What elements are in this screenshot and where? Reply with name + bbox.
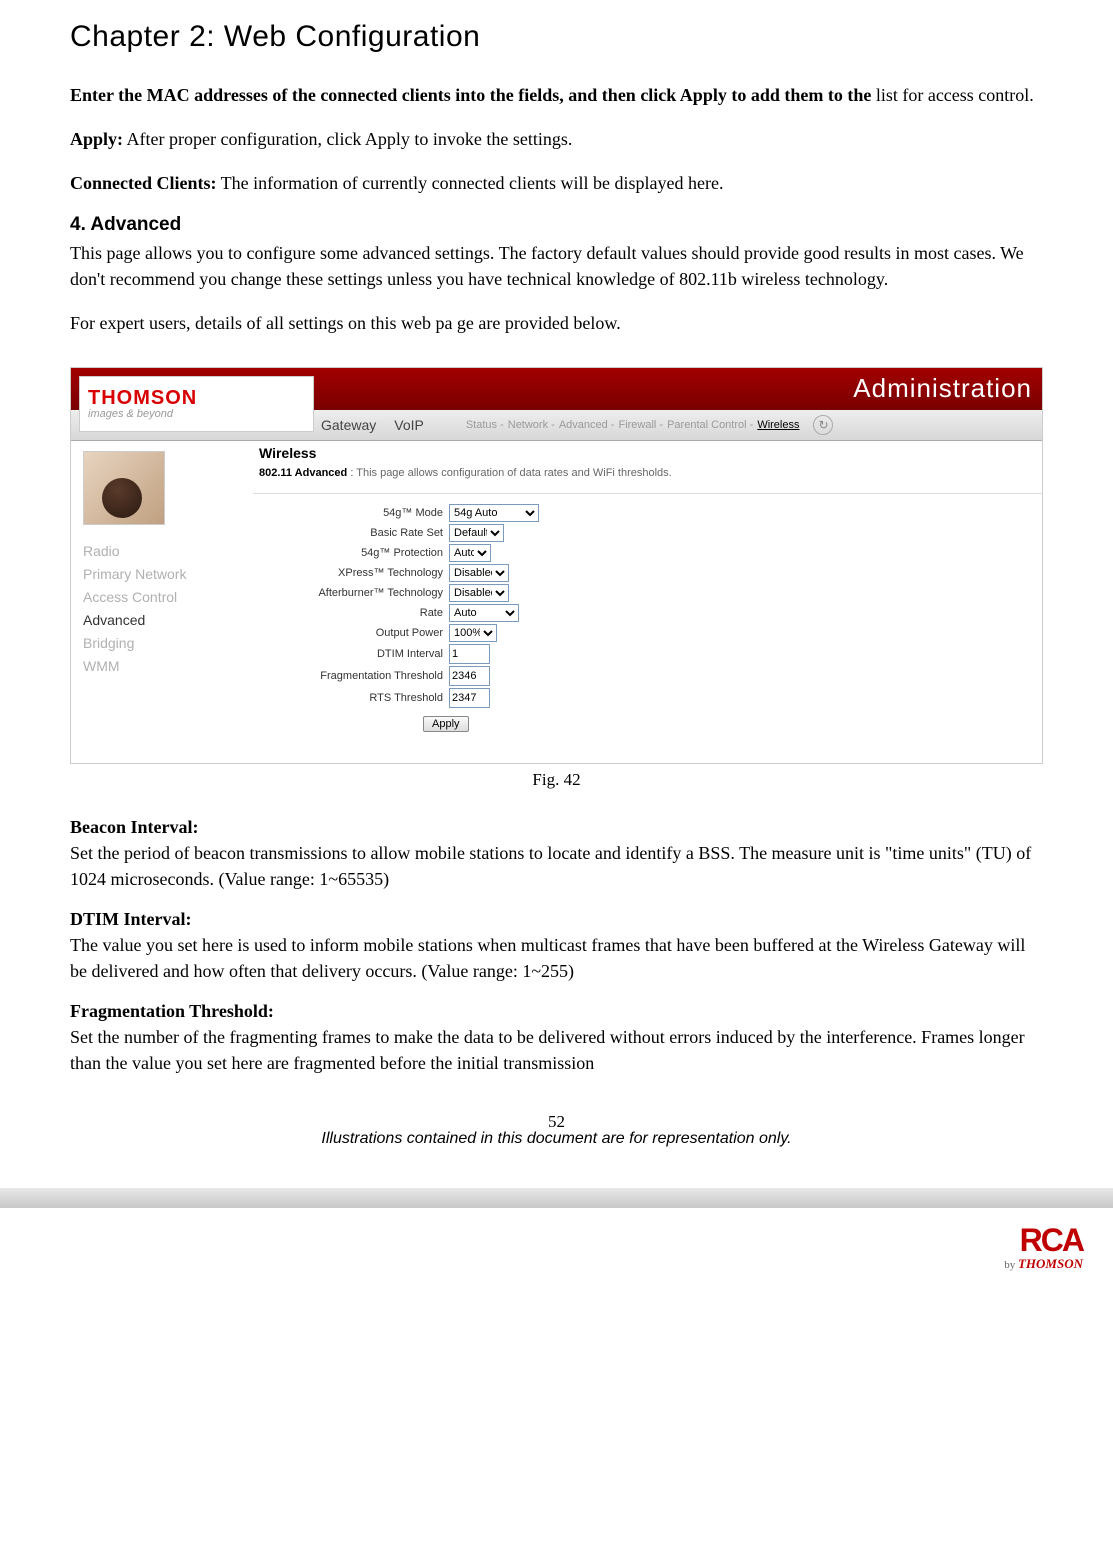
frag-label: Fragmentation Threshold:	[70, 1001, 274, 1021]
apply-label: Apply:	[70, 129, 123, 149]
subnav-firewall[interactable]: Firewall -	[618, 419, 663, 431]
apply-button[interactable]: Apply	[423, 716, 469, 732]
router-screenshot: THOMSON images & beyond Administration G…	[70, 367, 1043, 764]
advanced-form: 54g™ Mode54g AutoBasic Rate SetDefault54…	[253, 504, 1042, 708]
form-row: Fragmentation Threshold	[283, 666, 1042, 686]
sidebar-item-radio[interactable]: Radio	[83, 543, 253, 559]
beacon-interval-def: Beacon Interval: Set the period of beaco…	[70, 814, 1043, 892]
sidebar-photo	[83, 451, 165, 525]
frag-text: Set the number of the fragmenting frames…	[70, 1027, 1025, 1073]
subnav-wireless[interactable]: Wireless	[757, 419, 799, 431]
form-label: 54g™ Mode	[283, 507, 449, 519]
form-label: 54g™ Protection	[283, 547, 449, 559]
footer-logo: RCA by THOMSON	[0, 1208, 1113, 1292]
sidebar-item-access-control[interactable]: Access Control	[83, 589, 253, 605]
sidebar-item-advanced[interactable]: Advanced	[83, 612, 253, 628]
section-body-p2: For expert users, details of all setting…	[70, 310, 1043, 336]
tab-voip[interactable]: VoIP	[394, 417, 424, 433]
form-row: 54g™ ProtectionAuto	[283, 544, 1042, 562]
footer-thomson: THOMSON	[1018, 1256, 1083, 1271]
tab-gateway[interactable]: Gateway	[321, 417, 376, 433]
form-select[interactable]: Auto	[449, 604, 519, 622]
dtim-text: The value you set here is used to inform…	[70, 935, 1025, 981]
form-label: DTIM Interval	[283, 648, 449, 660]
form-label: Output Power	[283, 627, 449, 639]
form-label: Rate	[283, 607, 449, 619]
content-desc: 802.11 Advanced : This page allows confi…	[253, 463, 1042, 494]
subnav-status[interactable]: Status -	[466, 419, 504, 431]
chapter-title: Chapter 2: Web Configuration	[70, 20, 1043, 54]
disclaimer: Illustrations contained in this document…	[70, 1130, 1043, 1148]
refresh-icon[interactable]: ↻	[813, 415, 833, 435]
form-label: Fragmentation Threshold	[283, 670, 449, 682]
dtim-label: DTIM Interval:	[70, 909, 191, 929]
subnav-network[interactable]: Network -	[508, 419, 555, 431]
sidebar: Radio Primary Network Access Control Adv…	[71, 441, 253, 764]
form-row: Afterburner™ TechnologyDisabled	[283, 584, 1042, 602]
form-label: Afterburner™ Technology	[283, 587, 449, 599]
form-select[interactable]: Default	[449, 524, 504, 542]
section-title: 4. Advanced	[70, 214, 1043, 236]
footer-band	[0, 1188, 1113, 1208]
content-desc-text: : This page allows configuration of data…	[347, 467, 671, 479]
content-title: Wireless	[253, 441, 1042, 463]
page-number: 52	[70, 1112, 1043, 1132]
sidebar-item-wmm[interactable]: WMM	[83, 658, 253, 674]
intro-p1: Enter the MAC addresses of the connected…	[70, 82, 1043, 108]
form-select[interactable]: Disabled	[449, 584, 509, 602]
rca-logo-text: RCA	[1004, 1224, 1083, 1256]
form-row: RateAuto	[283, 604, 1042, 622]
beacon-text: Set the period of beacon transmissions t…	[70, 843, 1031, 889]
intro-p1-rest: list for access control.	[876, 85, 1034, 105]
beacon-label: Beacon Interval:	[70, 817, 198, 837]
dtim-interval-def: DTIM Interval: The value you set here is…	[70, 906, 1043, 984]
subnav-parental[interactable]: Parental Control -	[667, 419, 753, 431]
form-select[interactable]: 54g Auto	[449, 504, 539, 522]
form-input[interactable]	[449, 644, 490, 664]
form-row: 54g™ Mode54g Auto	[283, 504, 1042, 522]
connected-clients-label: Connected Clients:	[70, 173, 217, 193]
subnav-advanced[interactable]: Advanced -	[559, 419, 615, 431]
form-select[interactable]: 100%	[449, 624, 497, 642]
form-label: RTS Threshold	[283, 692, 449, 704]
form-label: XPress™ Technology	[283, 567, 449, 579]
form-row: DTIM Interval	[283, 644, 1042, 664]
logo-sub: images & beyond	[88, 408, 313, 420]
logo-main: THOMSON	[88, 387, 313, 410]
content-panel: Wireless 802.11 Advanced : This page all…	[253, 441, 1042, 764]
form-select[interactable]: Disabled	[449, 564, 509, 582]
apply-paragraph: Apply: After proper configuration, click…	[70, 126, 1043, 152]
connected-clients-paragraph: Connected Clients: The information of cu…	[70, 170, 1043, 196]
form-row: XPress™ TechnologyDisabled	[283, 564, 1042, 582]
sidebar-item-primary-network[interactable]: Primary Network	[83, 566, 253, 582]
connected-clients-text: The information of currently connected c…	[217, 173, 724, 193]
apply-text: After proper configuration, click Apply …	[123, 129, 572, 149]
form-row: Output Power100%	[283, 624, 1042, 642]
form-label: Basic Rate Set	[283, 527, 449, 539]
thomson-logo: THOMSON images & beyond	[79, 376, 314, 432]
section-body-p1: This page allows you to configure some a…	[70, 240, 1043, 292]
form-select[interactable]: Auto	[449, 544, 491, 562]
form-input[interactable]	[449, 688, 490, 708]
form-row: RTS Threshold	[283, 688, 1042, 708]
footer-by: by	[1004, 1259, 1015, 1271]
form-input[interactable]	[449, 666, 490, 686]
content-desc-label: 802.11 Advanced	[259, 467, 347, 479]
form-row: Basic Rate SetDefault	[283, 524, 1042, 542]
sidebar-item-bridging[interactable]: Bridging	[83, 635, 253, 651]
figure-caption: Fig. 42	[70, 770, 1043, 790]
frag-threshold-def: Fragmentation Threshold: Set the number …	[70, 998, 1043, 1076]
intro-p1-bold: Enter the MAC addresses of the connected…	[70, 85, 876, 105]
